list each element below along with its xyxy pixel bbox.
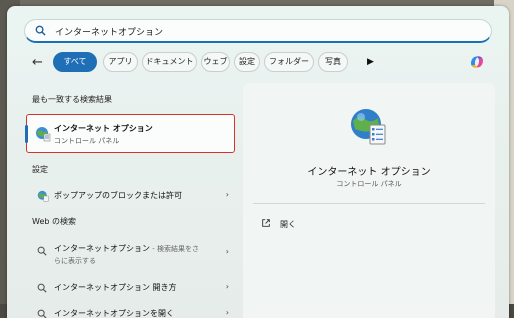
chevron-right-icon: › [225, 190, 229, 199]
settings-heading: 設定 [32, 165, 48, 174]
detail-pane: インターネット オプション コントロール パネル 開く [243, 83, 495, 318]
best-match-subtitle: コントロール パネル [54, 137, 120, 145]
settings-result-popup[interactable]: ポップアップのブロックまたは許可 › [24, 186, 237, 206]
search-icon [37, 283, 47, 293]
filter-bar: ← すべて アプリ ドキュメント ウェブ 設定 フォルダー 写真 ▶ [27, 52, 497, 74]
results-list: 最も一致する検索結果 インターネット オプション コントロール パネル 設定 ポ… [24, 84, 239, 318]
copilot-icon[interactable] [468, 53, 486, 71]
detail-divider [253, 203, 485, 204]
internet-options-icon [37, 190, 49, 202]
detail-title: インターネット オプション [307, 167, 431, 178]
web-result-2[interactable]: インターネットオプション 開き方 › [24, 278, 237, 298]
play-icon[interactable]: ▶ [367, 57, 374, 67]
filter-chip-documents[interactable]: ドキュメント [142, 52, 197, 72]
selection-indicator [25, 125, 28, 143]
web-result-3[interactable]: インターネットオプションを開く › [24, 304, 237, 318]
internet-options-icon [36, 127, 51, 142]
chevron-right-icon: › [225, 308, 229, 317]
settings-result-label: ポップアップのブロックまたは許可 [54, 191, 182, 200]
web-result-1-label: インターネットオプション [54, 244, 150, 253]
best-match-title: インターネット オプション [54, 124, 153, 133]
filter-chip-photos[interactable]: 写真 [318, 52, 348, 72]
search-icon [35, 25, 46, 36]
search-input[interactable]: インターネットオプション [55, 25, 163, 38]
best-match-heading: 最も一致する検索結果 [32, 95, 112, 104]
web-result-2-label: インターネットオプション 開き方 [54, 283, 177, 292]
filter-chip-apps[interactable]: アプリ [103, 52, 138, 72]
web-search-heading: Web の検索 [32, 217, 76, 226]
filter-chip-all[interactable]: すべて [53, 52, 97, 72]
open-external-icon [262, 219, 270, 227]
filter-chip-settings[interactable]: 設定 [234, 52, 260, 72]
filter-chip-web[interactable]: ウェブ [201, 52, 230, 72]
search-icon [37, 309, 47, 318]
filter-chip-folders[interactable]: フォルダー [264, 52, 314, 72]
chevron-right-icon: › [225, 247, 229, 256]
search-icon [37, 246, 47, 256]
web-result-3-label: インターネットオプションを開く [54, 309, 174, 318]
detail-subtitle: コントロール パネル [336, 180, 402, 188]
back-arrow-icon[interactable]: ← [32, 55, 43, 70]
search-box[interactable]: インターネットオプション [24, 19, 492, 43]
open-action-label: 開く [280, 220, 296, 229]
web-result-1[interactable]: インターネットオプション - 検索結果をさらに表示する › [24, 240, 237, 266]
start-search-panel: インターネットオプション ← すべて アプリ ドキュメント ウェブ 設定 フォル… [7, 6, 509, 318]
best-match-result[interactable]: インターネット オプション コントロール パネル [25, 114, 235, 153]
chevron-right-icon: › [225, 282, 229, 291]
internet-options-large-icon [351, 109, 386, 145]
